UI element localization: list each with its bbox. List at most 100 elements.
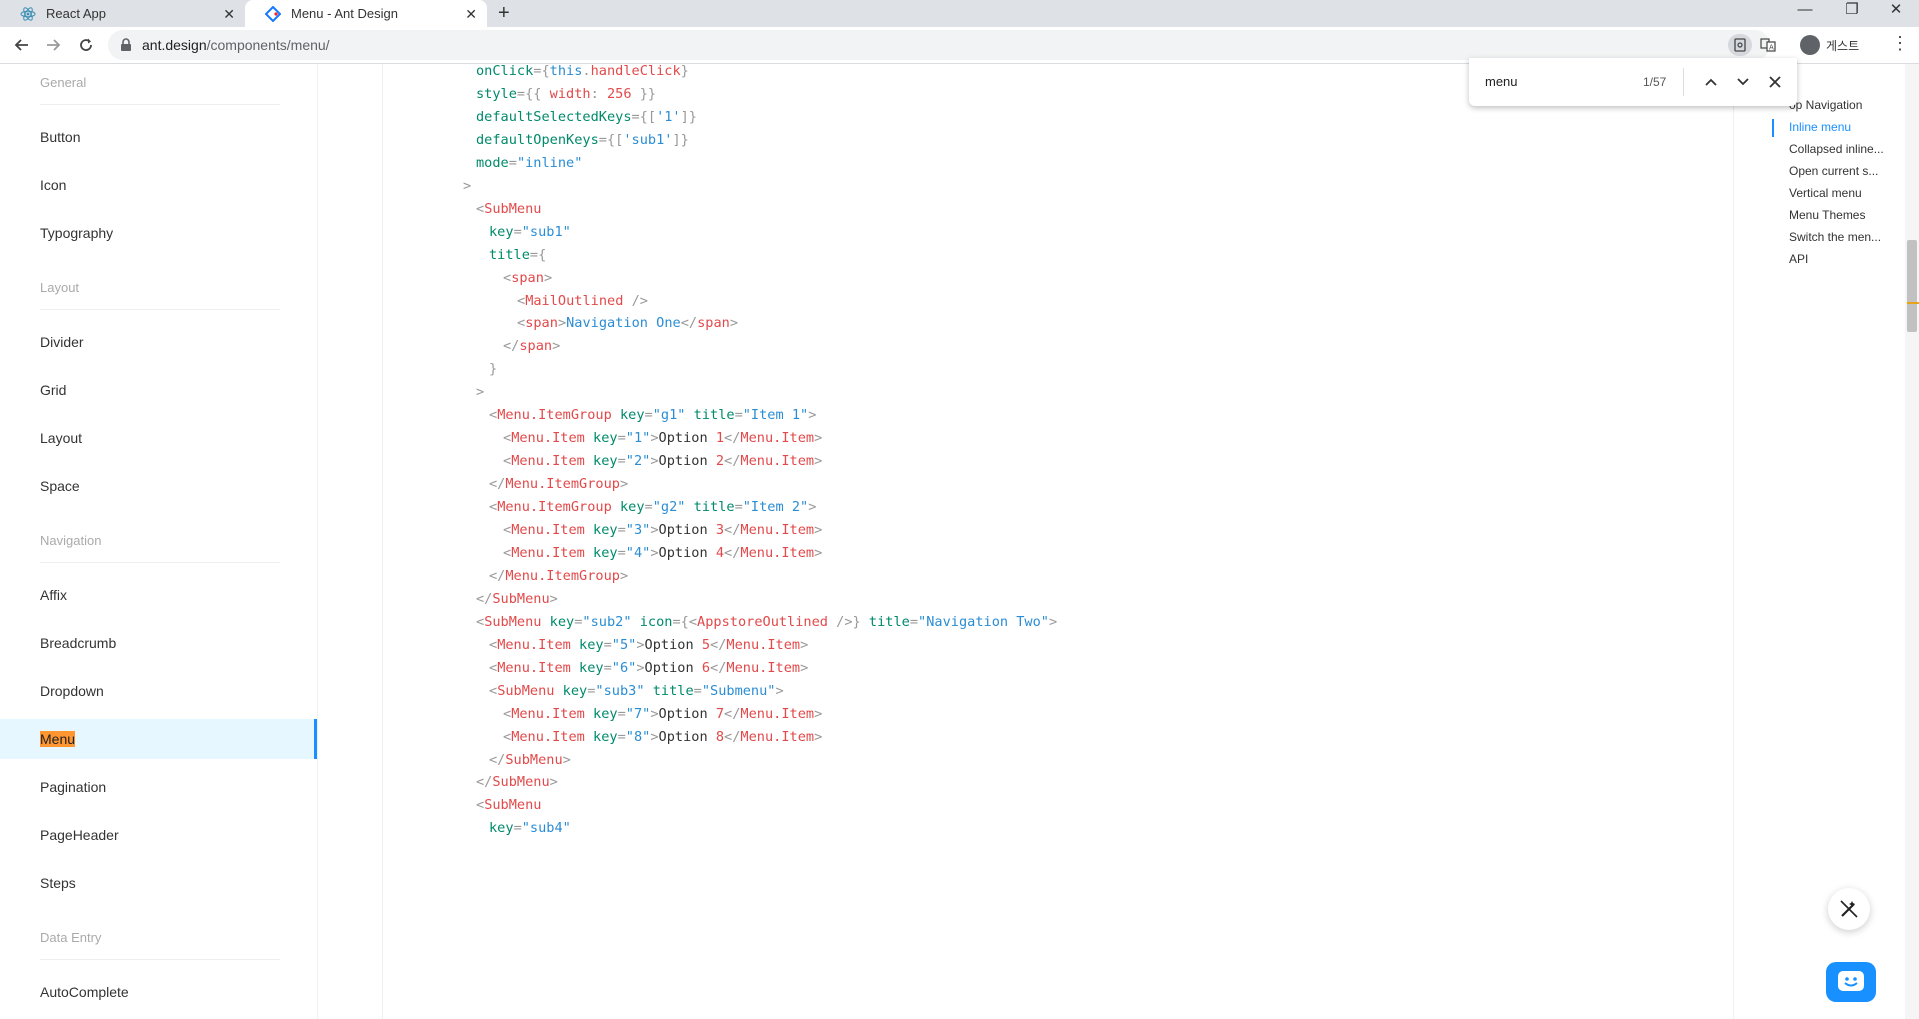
back-icon[interactable]: [10, 33, 34, 57]
code-token: Option: [658, 453, 716, 470]
code-token: ]}: [672, 131, 689, 148]
chat-button[interactable]: [1826, 962, 1876, 1002]
code-token: =: [508, 154, 517, 171]
code-token: </: [476, 590, 493, 607]
anchor-menu-themes[interactable]: Menu Themes: [1789, 208, 1865, 222]
code-token: >: [619, 476, 629, 493]
code-token: ={[: [631, 108, 657, 125]
code-token: key: [549, 613, 575, 630]
code-token: =: [603, 636, 612, 653]
close-tab-icon[interactable]: ✕: [465, 6, 477, 23]
anchor-open-current[interactable]: Open current s...: [1789, 164, 1878, 178]
code-token: >: [557, 315, 567, 332]
code-token: =: [909, 613, 919, 630]
code-line: <SubMenu key="sub3" title="Submenu">: [489, 681, 784, 701]
find-match-marker: [1907, 302, 1919, 304]
code-token: >: [549, 590, 558, 607]
code-token: Menu.Item: [511, 728, 585, 745]
chat-bot-icon: [1838, 971, 1864, 991]
code-token: <: [489, 682, 498, 699]
code-token: <: [503, 544, 512, 561]
code-token: Menu.Item: [511, 522, 585, 538]
sidebar-item-divider[interactable]: Divider: [40, 334, 84, 350]
scrollbar-thumb[interactable]: [1907, 240, 1917, 332]
code-token: ={: [533, 63, 550, 79]
code-line: <span>Navigation One</span>: [517, 313, 738, 333]
code-line: >: [463, 176, 471, 196]
code-token: <: [517, 292, 526, 309]
sidebar-item-layout[interactable]: Layout: [40, 430, 82, 446]
divider: [40, 104, 280, 105]
code-token: ={[: [598, 131, 624, 148]
magic-wand-icon: [1840, 900, 1858, 918]
code-token: Menu.Item: [726, 659, 801, 676]
anchor-vertical-menu[interactable]: Vertical menu: [1789, 186, 1862, 200]
sidebar-item-dropdown[interactable]: Dropdown: [40, 683, 104, 699]
tab-react-app[interactable]: React App ✕: [0, 0, 245, 27]
code-line: <MailOutlined />: [517, 291, 648, 311]
close-tab-icon[interactable]: ✕: [223, 6, 235, 23]
profile-button[interactable]: 게스트: [1800, 32, 1859, 58]
code-token: :: [590, 85, 607, 102]
sidebar-item-autocomplete[interactable]: AutoComplete: [40, 984, 129, 1000]
code-line: </Menu.ItemGroup>: [489, 474, 628, 494]
code-line: <Menu.Item key="6">Option 6</Menu.Item>: [489, 658, 808, 678]
find-input[interactable]: menu: [1485, 74, 1518, 89]
code-token: icon: [639, 613, 673, 630]
code-token: =: [617, 453, 626, 470]
code-token: =: [513, 820, 522, 837]
code-token: SubMenu: [492, 774, 550, 791]
sidebar-item-grid[interactable]: Grid: [40, 382, 66, 398]
new-tab-icon[interactable]: +: [498, 2, 510, 25]
restore-icon[interactable]: ❐: [1829, 0, 1875, 27]
code-line: <Menu.Item key="4">Option 4</Menu.Item>: [503, 543, 822, 563]
minimize-icon[interactable]: —: [1782, 0, 1828, 27]
more-menu-icon[interactable]: ⋮: [1891, 33, 1909, 54]
sidebar-item-button[interactable]: Button: [40, 129, 80, 145]
anchor-top-navigation[interactable]: op Navigation: [1789, 98, 1862, 112]
lock-icon[interactable]: [120, 38, 132, 57]
sidebar-item-affix[interactable]: Affix: [40, 587, 67, 603]
tab-menu-ant-design[interactable]: Menu - Ant Design ✕: [245, 0, 487, 27]
code-token: <: [489, 407, 498, 424]
code-token: 1: [715, 430, 725, 447]
code-line: </SubMenu>: [476, 772, 558, 792]
address-bar[interactable]: ant.design/components/menu/ A: [108, 30, 1776, 60]
theme-switch-button[interactable]: [1828, 888, 1870, 930]
close-find-icon[interactable]: [1763, 70, 1787, 94]
next-match-icon[interactable]: [1731, 70, 1755, 94]
anchor-switch-menu[interactable]: Switch the men...: [1789, 230, 1881, 244]
code-token: </: [680, 315, 698, 332]
code-token: style: [476, 85, 517, 102]
translate-icon[interactable]: A: [1756, 34, 1780, 56]
code-token: >: [636, 636, 645, 653]
code-token: ={<: [672, 613, 698, 630]
sidebar-item-icon[interactable]: Icon: [40, 177, 66, 193]
code-token: title: [652, 682, 694, 699]
anchor-inline-menu[interactable]: Inline menu: [1789, 120, 1851, 134]
anchor-collapsed-inline[interactable]: Collapsed inline...: [1789, 142, 1884, 156]
sidebar-item-pagination[interactable]: Pagination: [40, 779, 106, 795]
close-window-icon[interactable]: ✕: [1873, 0, 1919, 27]
sidebar-item-pageheader[interactable]: PageHeader: [40, 827, 119, 843]
scrollbar-track[interactable]: [1905, 64, 1919, 1019]
code-token: </: [724, 544, 741, 561]
sidebar-item-typography[interactable]: Typography: [40, 225, 113, 241]
code-line: }: [489, 359, 497, 379]
sidebar-item-breadcrumb[interactable]: Breadcrumb: [40, 635, 116, 651]
anchor-api[interactable]: API: [1789, 252, 1808, 266]
sidebar-group-general: General: [40, 75, 87, 90]
code-token: '1': [656, 108, 681, 125]
sidebar-item-menu[interactable]: Menu: [40, 731, 76, 747]
url-text[interactable]: ant.design/components/menu/: [142, 37, 330, 53]
find-in-page-icon[interactable]: [1728, 34, 1752, 56]
code-token: span: [697, 315, 730, 332]
reload-icon[interactable]: [74, 33, 98, 57]
code-token: </: [724, 430, 741, 447]
sidebar-item-space[interactable]: Space: [40, 478, 80, 494]
sidebar-item-steps[interactable]: Steps: [40, 875, 76, 891]
code-token: "Submenu": [701, 682, 776, 699]
find-match-count: 1/57: [1643, 75, 1667, 89]
forward-icon[interactable]: [41, 33, 65, 57]
previous-match-icon[interactable]: [1699, 70, 1723, 94]
